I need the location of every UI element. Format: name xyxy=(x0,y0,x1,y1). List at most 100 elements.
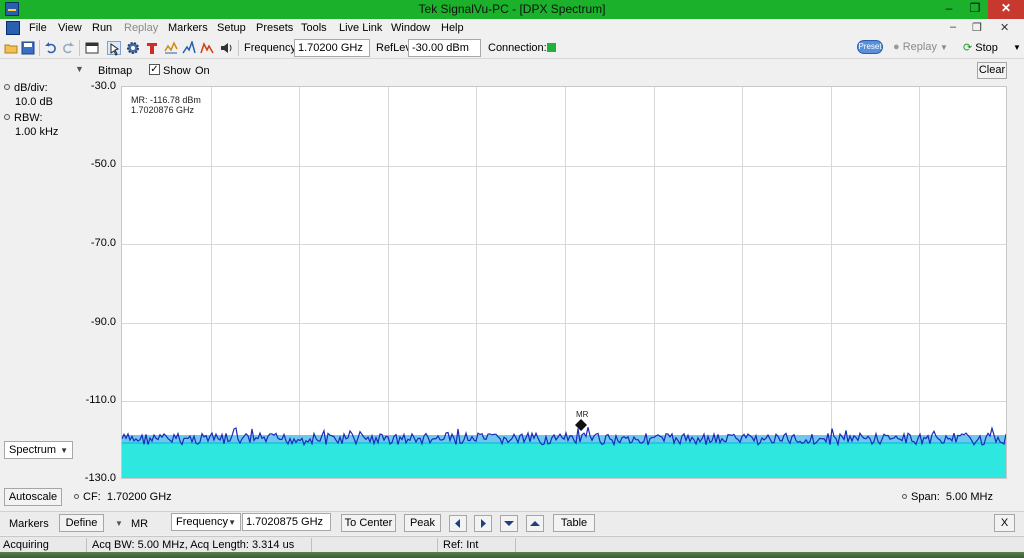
span-value: 5.00 MHz xyxy=(945,491,993,503)
mdi-close-button[interactable]: ✕ xyxy=(1000,21,1009,34)
cf-label: CF: xyxy=(83,491,101,503)
menu-replay[interactable]: Replay xyxy=(124,22,158,34)
marker-mr-diamond xyxy=(575,419,587,431)
table-button[interactable]: Table xyxy=(553,514,595,532)
param-dot-icon xyxy=(4,114,10,120)
frequency-input[interactable] xyxy=(294,39,370,57)
param-dot-icon xyxy=(4,84,10,90)
arrow-right-icon xyxy=(481,519,486,528)
peak-left-button[interactable] xyxy=(449,515,467,532)
menu-run[interactable]: Run xyxy=(92,22,112,34)
menu-file[interactable]: File xyxy=(29,22,47,34)
refresh-icon: ⟳ xyxy=(963,42,973,54)
peak-up-button[interactable] xyxy=(526,515,544,532)
show-checkbox[interactable]: ✓ xyxy=(149,64,160,75)
define-button[interactable]: Define xyxy=(59,514,104,532)
document-icon[interactable] xyxy=(6,21,20,35)
cf-value: 1.70200 GHz xyxy=(106,491,172,503)
marker-mr-label: MR xyxy=(576,410,589,419)
replay-label: Replay xyxy=(902,41,937,53)
rbw-param[interactable]: RBW: 1.00 kHz xyxy=(4,111,58,139)
y-tick-label: -130.0 xyxy=(84,472,116,484)
save-icon[interactable] xyxy=(21,41,35,55)
peak-down-button[interactable] xyxy=(500,515,518,532)
preset-button[interactable]: Preset xyxy=(857,40,883,54)
minimize-button[interactable]: – xyxy=(936,0,962,19)
select-pointer-icon[interactable] xyxy=(107,41,121,56)
marker-readout-frequency: 1.7020876 GHz xyxy=(131,105,195,115)
window-title: Tek SignalVu-PC - [DPX Spectrum] xyxy=(418,2,606,16)
markers-toolbar: Markers Define ▼ MR Frequency ▼ To Cente… xyxy=(0,511,1024,535)
db-div-label: dB/div: xyxy=(14,82,48,94)
title-bar: Tek SignalVu-PC - [DPX Spectrum] – ❐ ✕ xyxy=(0,0,1024,19)
status-bar: Acquiring Acq BW: 5.00 MHz, Acq Length: … xyxy=(0,536,1024,552)
bitmap-label: Bitmap xyxy=(98,65,133,77)
status-state: Acquiring xyxy=(3,539,49,551)
to-center-button[interactable]: To Center xyxy=(341,514,396,532)
restore-button[interactable]: ❐ xyxy=(962,0,988,19)
status-acquisition: Acq BW: 5.00 MHz, Acq Length: 3.314 us xyxy=(92,539,295,551)
spectrum-graph[interactable] xyxy=(122,87,1007,479)
view-select[interactable]: Spectrum ▼ xyxy=(4,441,73,459)
peak-right-button[interactable] xyxy=(474,515,492,532)
audio-icon[interactable] xyxy=(219,41,233,55)
marker-param-value: Frequency xyxy=(176,516,228,528)
menu-window[interactable]: Window xyxy=(391,22,430,34)
peak-button[interactable]: Peak xyxy=(404,514,441,532)
trace-icon[interactable] xyxy=(164,41,178,55)
spectrum-plot[interactable]: MR: -116.78 dBm 1.7020876 GHz MR xyxy=(121,86,1007,479)
menu-presets[interactable]: Presets xyxy=(256,22,293,34)
stop-dropdown-icon[interactable]: ▼ xyxy=(1013,43,1021,52)
reflev-input[interactable] xyxy=(408,39,481,57)
close-markers-button[interactable]: X xyxy=(994,514,1015,532)
menu-view[interactable]: View xyxy=(58,22,82,34)
span-readout[interactable]: Span: 5.00 MHz xyxy=(902,491,993,503)
replay-button[interactable]: ● Replay ▼ xyxy=(893,41,948,53)
peak-icon[interactable] xyxy=(182,41,196,55)
settings-gear-icon[interactable] xyxy=(126,41,140,55)
toolbar: Frequency: RefLev: Connection: Preset ● … xyxy=(0,37,1024,59)
arrow-left-icon xyxy=(455,519,460,528)
on-label: On xyxy=(195,65,210,77)
marker-name: MR xyxy=(131,518,149,530)
chevron-down-icon[interactable]: ▼ xyxy=(75,64,84,74)
chevron-down-icon: ▼ xyxy=(228,518,236,527)
close-button[interactable]: ✕ xyxy=(988,0,1024,19)
menu-bar: File View Run Replay Markers Setup Prese… xyxy=(0,19,1024,37)
open-folder-icon[interactable] xyxy=(4,41,18,55)
menu-help[interactable]: Help xyxy=(441,22,464,34)
stop-button[interactable]: ⟳ Stop xyxy=(963,41,998,54)
window-icon[interactable] xyxy=(85,41,99,55)
marker-param-select[interactable]: Frequency ▼ xyxy=(171,513,241,531)
dpx-bitmap-band xyxy=(122,442,1006,478)
arrow-down-icon xyxy=(504,521,514,526)
frequency-label: Frequency: xyxy=(244,42,300,54)
replay-dot-icon: ● xyxy=(893,41,900,53)
chevron-down-icon: ▼ xyxy=(60,446,68,455)
autoscale-button[interactable]: Autoscale xyxy=(4,488,62,506)
menu-tools[interactable]: Tools xyxy=(301,22,327,34)
connection-label: Connection: xyxy=(488,42,547,54)
view-select-value: Spectrum xyxy=(9,444,57,456)
redo-icon[interactable] xyxy=(61,41,75,55)
chevron-down-icon[interactable]: ▼ xyxy=(115,519,123,528)
cf-readout[interactable]: CF: 1.70200 GHz xyxy=(74,491,172,503)
replay-dropdown-icon[interactable]: ▼ xyxy=(940,43,948,52)
param-dot-icon xyxy=(902,494,907,499)
y-tick-label: -50.0 xyxy=(90,158,116,170)
markers-label: Markers xyxy=(9,518,49,530)
db-div-param[interactable]: dB/div: 10.0 dB xyxy=(4,81,53,109)
undo-icon[interactable] xyxy=(44,41,58,55)
mdi-minimize-button[interactable]: – xyxy=(950,21,956,33)
menu-setup[interactable]: Setup xyxy=(217,22,246,34)
y-tick-label: -70.0 xyxy=(90,237,116,249)
menu-live-link[interactable]: Live Link xyxy=(339,22,382,34)
marker-frequency-input[interactable] xyxy=(242,513,331,531)
zoom-icon[interactable] xyxy=(200,41,214,55)
clear-button[interactable]: Clear xyxy=(977,62,1007,79)
mdi-restore-button[interactable]: ❐ xyxy=(972,21,982,34)
text-marker-icon[interactable] xyxy=(145,41,159,55)
y-tick-label: -90.0 xyxy=(90,316,116,328)
menu-markers[interactable]: Markers xyxy=(168,22,208,34)
marker-readout-level: MR: -116.78 dBm xyxy=(131,95,201,105)
